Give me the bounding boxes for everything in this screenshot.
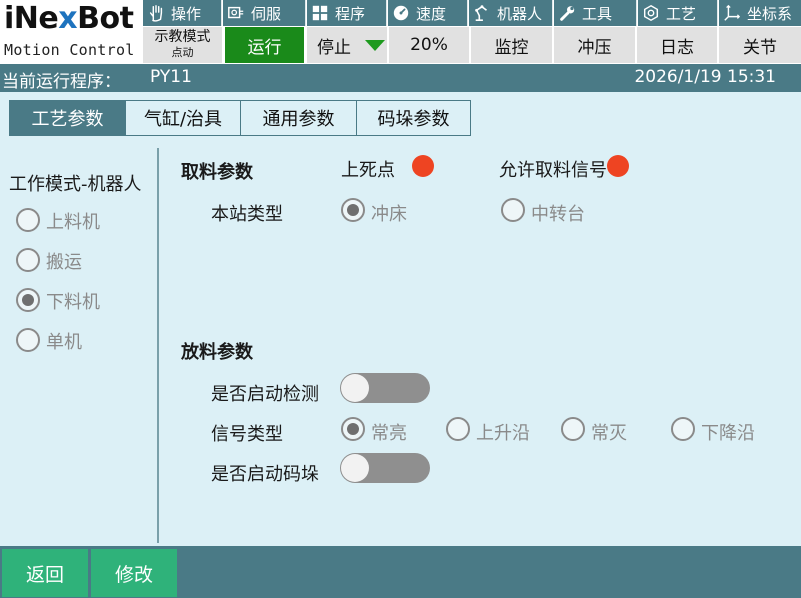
menu-program-label: 程序 <box>335 4 366 23</box>
back-button[interactable]: 返回 <box>2 549 88 597</box>
unloader-label: 下料机 <box>46 292 100 313</box>
craft-icon <box>638 0 664 26</box>
speed-button[interactable]: 20% <box>389 27 470 63</box>
datetime: 2026/1/19 15:31 <box>634 67 776 87</box>
tab-cylinder-fixture[interactable]: 气缸/治具 <box>125 100 241 136</box>
logo-wordmark: iNexBot <box>4 1 134 36</box>
joint-button[interactable]: 关节 <box>719 27 801 63</box>
wrench-icon <box>554 0 580 26</box>
run-button[interactable]: 运行 <box>225 27 305 63</box>
steady-off-label: 常灭 <box>591 423 627 444</box>
toggle-knob <box>341 374 369 402</box>
radio-rising-edge[interactable] <box>446 417 470 441</box>
monitor-button[interactable]: 监控 <box>471 27 553 63</box>
place-params-title: 放料参数 <box>181 342 253 363</box>
menu-program[interactable]: 程序 <box>307 0 387 26</box>
menu-speed[interactable]: 速度 <box>388 0 468 26</box>
radio-standalone[interactable] <box>16 328 40 352</box>
footer-bar: 返回 修改 <box>0 546 801 598</box>
dropdown-triangle-icon <box>365 39 385 51</box>
servo-icon <box>223 0 249 26</box>
menu-craft[interactable]: 工艺 <box>638 0 718 26</box>
edit-button[interactable]: 修改 <box>91 549 177 597</box>
stop-label: 停止 <box>317 37 351 58</box>
press-label: 冲压 <box>577 37 612 58</box>
steady-on-label: 常亮 <box>371 423 407 444</box>
menu-servo[interactable]: 伺服 <box>223 0 306 26</box>
coordinate-axes-icon <box>719 0 745 26</box>
main-panel: 工艺参数 气缸/治具 通用参数 码垛参数 工作模式-机器人 上料机 搬运 下料机… <box>0 92 801 546</box>
transfer-table-label: 中转台 <box>531 204 585 225</box>
pick-params-title: 取料参数 <box>181 162 253 183</box>
enable-detect-toggle[interactable] <box>340 373 430 403</box>
teach-mode-label: 示教模式 <box>154 29 211 45</box>
menu-craft-label: 工艺 <box>666 4 697 23</box>
header: iNexBot Motion Control 操作 伺服 程序 速度 机器人 工… <box>0 0 801 64</box>
allow-pick-signal-label: 允许取料信号 <box>499 160 607 181</box>
signal-type-label: 信号类型 <box>211 424 283 445</box>
transfer-label: 搬运 <box>46 252 82 273</box>
falling-edge-label: 下降沿 <box>701 423 755 444</box>
menu-coordinate[interactable]: 坐标系 <box>719 0 801 26</box>
radio-falling-edge[interactable] <box>671 417 695 441</box>
radio-steady-off[interactable] <box>561 417 585 441</box>
menu-speed-label: 速度 <box>416 4 447 23</box>
speed-value: 20% <box>410 35 448 55</box>
rising-edge-label: 上升沿 <box>476 423 530 444</box>
top-dead-center-indicator <box>412 155 434 177</box>
current-program-label: 当前运行程序： <box>2 72 121 92</box>
teach-mode-button[interactable]: 示教模式 点动 <box>143 27 223 63</box>
program-grid-icon <box>307 0 333 26</box>
current-program-name: PY11 <box>150 67 192 87</box>
radio-transfer-table[interactable] <box>501 198 525 222</box>
loader-label: 上料机 <box>46 212 100 233</box>
press-button[interactable]: 冲压 <box>554 27 636 63</box>
log-label: 日志 <box>660 37 694 58</box>
enable-detect-label: 是否启动检测 <box>211 384 319 405</box>
menu-coordinate-label: 坐标系 <box>747 4 793 23</box>
menu-servo-label: 伺服 <box>251 4 282 23</box>
joint-label: 关节 <box>743 37 777 58</box>
standalone-label: 单机 <box>46 332 82 353</box>
menu-operation[interactable]: 操作 <box>143 0 222 26</box>
jog-sub-label: 点动 <box>171 46 194 59</box>
speedometer-icon <box>388 0 414 26</box>
radio-steady-on[interactable] <box>341 417 365 441</box>
radio-punch-press[interactable] <box>341 198 365 222</box>
work-mode-title: 工作模式-机器人 <box>9 174 142 195</box>
allow-pick-signal-indicator <box>607 155 629 177</box>
inexbot-logo: iNexBot Motion Control <box>0 0 142 64</box>
logo-tagline: Motion Control <box>4 41 135 59</box>
status-bar: 当前运行程序： PY11 2026/1/19 15:31 <box>0 64 801 92</box>
log-button[interactable]: 日志 <box>637 27 718 63</box>
radio-loader[interactable] <box>16 208 40 232</box>
menu-tool-label: 工具 <box>582 4 613 23</box>
menu-operation-label: 操作 <box>171 4 202 23</box>
punch-press-label: 冲床 <box>371 204 407 225</box>
hand-icon <box>143 0 169 26</box>
radio-unloader[interactable] <box>16 288 40 312</box>
stop-dropdown[interactable]: 停止 <box>307 27 388 63</box>
robot-arm-icon <box>469 0 495 26</box>
radio-transfer[interactable] <box>16 248 40 272</box>
run-label: 运行 <box>247 37 282 58</box>
station-type-label: 本站类型 <box>211 204 283 225</box>
toggle-knob <box>341 454 369 482</box>
enable-stacking-toggle[interactable] <box>340 453 430 483</box>
enable-stacking-label: 是否启动码垛 <box>211 464 319 485</box>
monitor-label: 监控 <box>494 37 529 58</box>
top-dead-center-label: 上死点 <box>341 160 395 181</box>
menu-robot[interactable]: 机器人 <box>469 0 553 26</box>
menu-tool[interactable]: 工具 <box>554 0 637 26</box>
menu-robot-label: 机器人 <box>497 4 543 23</box>
tab-general-params[interactable]: 通用参数 <box>240 100 357 136</box>
tab-craft-params[interactable]: 工艺参数 <box>9 100 126 136</box>
tab-stacking-params[interactable]: 码垛参数 <box>356 100 471 136</box>
vertical-divider <box>157 148 159 543</box>
